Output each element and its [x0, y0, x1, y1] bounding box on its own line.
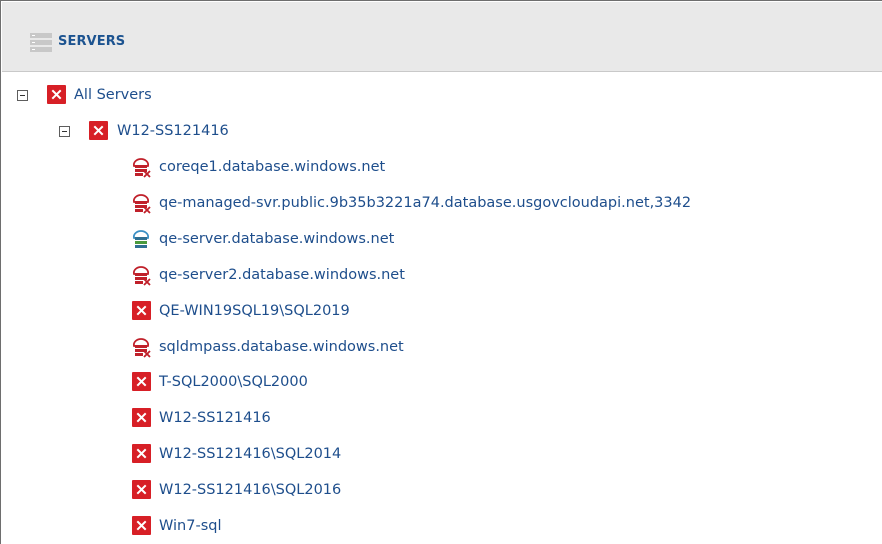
server-list-item[interactable]: qe-server2.database.windows.net [1, 262, 881, 288]
server-name-label[interactable]: W12-SS121416\SQL2014 [159, 444, 341, 464]
server-name-label[interactable]: Win7-sql [159, 516, 221, 536]
servers-icon [30, 33, 52, 52]
cloud-server-ok-icon [132, 229, 150, 248]
server-list-item[interactable]: T-SQL2000\SQL2000 [1, 369, 881, 395]
error-status-icon [47, 85, 66, 104]
server-name-label[interactable]: QE-WIN19SQL19\SQL2019 [159, 301, 350, 321]
server-list-item[interactable]: QE-WIN19SQL19\SQL2019 [1, 298, 881, 324]
error-status-icon [132, 444, 151, 464]
server-name-label[interactable]: T-SQL2000\SQL2000 [159, 372, 308, 392]
server-list-item[interactable]: W12-SS121416 [1, 405, 881, 431]
error-status-icon [132, 516, 151, 535]
server-list-item[interactable]: qe-server.database.windows.net [1, 226, 881, 252]
panel-title: SERVERS [58, 34, 126, 49]
servers-panel: SERVERS All Servers W12-SS121416 coreqe1… [0, 0, 882, 544]
cloud-server-error-icon [132, 337, 151, 358]
server-name-label[interactable]: W12-SS121416 [159, 408, 271, 428]
error-status-icon [132, 372, 151, 392]
server-list-item[interactable]: qe-managed-svr.public.9b35b3221a74.datab… [1, 190, 881, 216]
server-name-label[interactable]: coreqe1.database.windows.net [159, 157, 385, 177]
servers-header: SERVERS [2, 2, 882, 72]
collapse-toggle[interactable] [59, 126, 70, 137]
server-name-label[interactable]: qe-server.database.windows.net [159, 229, 394, 249]
server-name-label[interactable]: qe-managed-svr.public.9b35b3221a74.datab… [159, 193, 691, 213]
server-name-label[interactable]: W12-SS121416\SQL2016 [159, 480, 341, 500]
server-list-item[interactable]: W12-SS121416\SQL2016 [1, 477, 881, 503]
collapse-toggle[interactable] [17, 90, 28, 101]
error-status-icon [132, 408, 151, 428]
cloud-server-error-icon [132, 193, 151, 214]
tree-node-all-servers[interactable]: All Servers [1, 82, 301, 108]
server-name-label[interactable]: sqldmpass.database.windows.net [159, 337, 404, 357]
error-status-icon [89, 121, 108, 140]
server-list-item[interactable]: coreqe1.database.windows.net [1, 154, 881, 180]
server-name-label[interactable]: qe-server2.database.windows.net [159, 265, 405, 285]
error-status-icon [132, 300, 151, 320]
tree-node-group[interactable]: W12-SS121416 [1, 118, 401, 144]
server-list-item[interactable]: W12-SS121416\SQL2014 [1, 441, 881, 467]
server-list-item[interactable]: sqldmpass.database.windows.net [1, 334, 881, 360]
tree-node-label[interactable]: W12-SS121416 [117, 121, 229, 141]
server-list-item[interactable]: Win7-sql [1, 513, 881, 539]
cloud-server-error-icon [132, 265, 151, 286]
tree-node-label[interactable]: All Servers [74, 85, 152, 105]
cloud-server-error-icon [132, 158, 151, 178]
error-status-icon [132, 480, 151, 500]
